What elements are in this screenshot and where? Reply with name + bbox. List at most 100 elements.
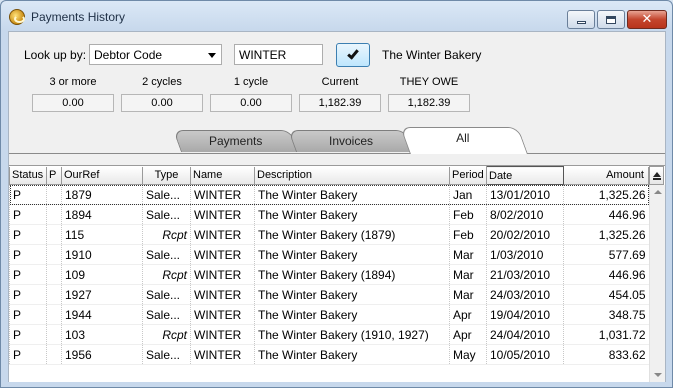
cell-name: WINTER xyxy=(190,264,255,285)
close-icon: ✕ xyxy=(641,12,653,27)
cell-status: P xyxy=(9,244,47,265)
aging-caption-current: Current xyxy=(321,76,359,88)
cell-ourref: 1956 xyxy=(61,344,143,365)
cell-amount: 1,031.72 xyxy=(563,324,649,345)
cell-date: 8/02/2010 xyxy=(486,204,564,225)
cell-amount: 833.62 xyxy=(563,344,649,365)
cell-date: 1/03/2010 xyxy=(486,244,564,265)
aging-value-3-or-more: 0.00 xyxy=(32,94,114,112)
cell-type: Sale... xyxy=(142,344,191,365)
table-row[interactable]: P 1944 Sale... WINTER The Winter Bakery Apr 19… xyxy=(9,304,649,325)
title-bar[interactable]: Payments History ✕ xyxy=(1,1,672,31)
table-row[interactable]: P 103 Rcpt WINTER The Winter Bakery (1910, 1… xyxy=(9,324,649,345)
lookup-label: Look up by: xyxy=(24,48,87,62)
cell-date: 24/04/2010 xyxy=(486,324,564,345)
col-header-period[interactable]: Period xyxy=(449,166,487,185)
col-header-ourref[interactable]: OurRef xyxy=(61,166,143,185)
table-row[interactable]: P 1879 Sale... WINTER The Winter Bakery Jan 13… xyxy=(9,184,649,205)
col-header-type[interactable]: Type xyxy=(142,166,191,185)
col-header-status[interactable]: Status xyxy=(9,166,47,185)
cell-type: Sale... xyxy=(142,284,191,305)
cell-ourref: 1944 xyxy=(61,304,143,325)
cell-status: P xyxy=(9,264,47,285)
scroll-down-icon[interactable] xyxy=(654,373,662,377)
maximize-button[interactable] xyxy=(597,10,625,29)
window-title: Payments History xyxy=(31,10,126,24)
cell-type: Sale... xyxy=(142,244,191,265)
col-header-date[interactable]: Date xyxy=(486,166,564,185)
cell-description: The Winter Bakery xyxy=(254,184,450,205)
maximize-icon xyxy=(606,15,616,24)
aging-caption-2-cycles: 2 cycles xyxy=(142,76,182,88)
aging-value-current: 1,182.39 xyxy=(299,94,381,112)
cell-description: The Winter Bakery xyxy=(254,284,450,305)
minimize-button[interactable] xyxy=(567,10,595,29)
aging-value-they-owe: 1,182.39 xyxy=(388,94,470,112)
cell-date: 10/05/2010 xyxy=(486,344,564,365)
cell-status: P xyxy=(9,184,47,205)
table-row[interactable]: P 1927 Sale... WINTER The Winter Bakery Mar 24… xyxy=(9,284,649,305)
cell-period: May xyxy=(449,344,487,365)
cell-name: WINTER xyxy=(190,324,255,345)
col-header-description[interactable]: Description xyxy=(254,166,450,185)
cell-amount: 446.96 xyxy=(563,264,649,285)
cell-amount: 454.05 xyxy=(563,284,649,305)
payments-table: Status P OurRef Type Name Description Pe… xyxy=(9,166,649,365)
lookup-go-button[interactable] xyxy=(336,43,370,67)
column-chooser-triangle xyxy=(652,171,661,177)
lookup-value-input[interactable]: WINTER xyxy=(234,44,323,65)
tab-payments[interactable]: Payments xyxy=(172,130,300,152)
table-row[interactable]: P 1956 Sale... WINTER The Winter Bakery May 10… xyxy=(9,344,649,365)
cell-date: 20/02/2010 xyxy=(486,224,564,245)
cell-status: P xyxy=(9,204,47,225)
tab-invoices-label: Invoices xyxy=(328,134,374,148)
cell-amount: 348.75 xyxy=(563,304,649,325)
cell-amount: 1,325.26 xyxy=(563,184,649,205)
scroll-up-icon[interactable] xyxy=(654,190,662,194)
lookup-field-value: Debtor Code xyxy=(94,48,163,62)
cell-p xyxy=(46,324,62,345)
chevron-down-icon xyxy=(208,53,216,58)
vertical-scrollbar[interactable] xyxy=(649,185,665,382)
cell-period: Apr xyxy=(449,304,487,325)
cell-name: WINTER xyxy=(190,224,255,245)
cell-p xyxy=(46,184,62,205)
app-logo-icon xyxy=(9,9,25,25)
cell-description: The Winter Bakery xyxy=(254,244,450,265)
cell-period: Mar xyxy=(449,264,487,285)
cell-ourref: 1879 xyxy=(61,184,143,205)
table-row[interactable]: P 1910 Sale... WINTER The Winter Bakery Mar 1/… xyxy=(9,244,649,265)
cell-description: The Winter Bakery xyxy=(254,304,450,325)
aging-caption-3-or-more: 3 or more xyxy=(49,76,97,88)
tab-invoices[interactable]: Invoices xyxy=(287,130,415,152)
cell-type: Rcpt xyxy=(142,224,191,245)
column-chooser-bar xyxy=(652,177,661,180)
cell-p xyxy=(46,344,62,365)
table-row[interactable]: P 109 Rcpt WINTER The Winter Bakery (1894) Ma… xyxy=(9,264,649,285)
cell-type: Rcpt xyxy=(142,324,191,345)
cell-name: WINTER xyxy=(190,284,255,305)
cell-description: The Winter Bakery xyxy=(254,204,450,225)
lookup-field-select[interactable]: Debtor Code xyxy=(89,44,222,65)
column-chooser-icon[interactable] xyxy=(649,166,664,185)
cell-status: P xyxy=(9,344,47,365)
col-header-name[interactable]: Name xyxy=(190,166,255,185)
cell-amount: 446.96 xyxy=(563,204,649,225)
cell-ourref: 109 xyxy=(61,264,143,285)
cell-type: Sale... xyxy=(142,184,191,205)
cell-period: Mar xyxy=(449,284,487,305)
tab-all[interactable]: All xyxy=(400,127,528,154)
cell-period: Feb xyxy=(449,204,487,225)
cell-type: Sale... xyxy=(142,204,191,225)
cell-ourref: 115 xyxy=(61,224,143,245)
cell-name: WINTER xyxy=(190,304,255,325)
cell-date: 24/03/2010 xyxy=(486,284,564,305)
payments-grid[interactable]: Status P OurRef Type Name Description Pe… xyxy=(9,165,665,382)
close-button[interactable]: ✕ xyxy=(627,10,667,29)
table-row[interactable]: P 1894 Sale... WINTER The Winter Bakery Feb 8/… xyxy=(9,204,649,225)
cell-status: P xyxy=(9,284,47,305)
col-header-amount[interactable]: Amount xyxy=(563,166,649,185)
col-header-p[interactable]: P xyxy=(46,166,62,185)
table-row[interactable]: P 115 Rcpt WINTER The Winter Bakery (1879) Fe… xyxy=(9,224,649,245)
payments-history-window: Payments History ✕ Look up by: Debtor Co… xyxy=(0,0,673,388)
